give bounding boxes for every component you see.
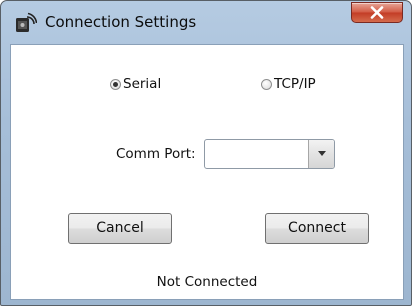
radio-serial-indicator[interactable] xyxy=(110,78,121,90)
connect-button[interactable]: Connect xyxy=(265,213,369,244)
radio-serial[interactable]: Serial xyxy=(110,76,161,92)
radio-tcpip[interactable]: TCP/IP xyxy=(261,76,316,92)
comm-port-label: Comm Port: xyxy=(116,146,196,162)
radio-tcpip-label: TCP/IP xyxy=(274,76,316,92)
radio-tcpip-indicator[interactable] xyxy=(261,78,272,90)
close-button[interactable] xyxy=(351,2,403,23)
radio-serial-label: Serial xyxy=(123,76,162,92)
connection-status: Not Connected xyxy=(156,274,258,290)
comm-port-dropdown-button[interactable] xyxy=(308,140,334,168)
dialog-body: Serial TCP/IP Comm Port: Cancel Connect … xyxy=(10,44,404,300)
connection-app-icon xyxy=(15,12,38,34)
window-title: Connection Settings xyxy=(45,13,197,31)
connection-settings-window: Connection Settings Serial TCP/IP Comm P… xyxy=(0,0,412,306)
close-icon xyxy=(370,6,384,19)
comm-port-select[interactable] xyxy=(204,139,335,169)
title-bar[interactable]: Connection Settings xyxy=(1,1,411,45)
cancel-button[interactable]: Cancel xyxy=(68,213,172,244)
chevron-down-icon xyxy=(318,151,326,156)
